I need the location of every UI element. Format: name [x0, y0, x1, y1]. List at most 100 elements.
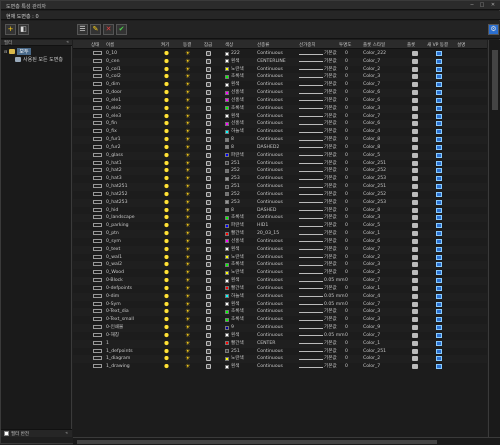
unlock-icon[interactable] [206, 223, 211, 229]
color-name[interactable]: 노란색 [231, 67, 244, 73]
col-lock[interactable]: 잠금 [204, 42, 212, 48]
transparency[interactable]: 0 [345, 294, 348, 300]
new-layer-button[interactable]: ✎ [90, 24, 101, 35]
color-name[interactable]: 선홍색 [231, 90, 244, 96]
lineweight[interactable]: 기본값 [324, 208, 337, 214]
unlock-icon[interactable] [206, 278, 211, 284]
color-swatch[interactable] [225, 270, 229, 275]
lineweight[interactable]: 기본값 [324, 247, 337, 253]
unlock-icon[interactable] [206, 317, 211, 323]
transparency[interactable]: 0 [345, 129, 348, 135]
color-swatch[interactable] [225, 364, 229, 369]
new-vp-freeze-icon[interactable] [436, 278, 442, 284]
layer-name[interactable]: 0_parking [106, 223, 129, 229]
printer-icon[interactable] [412, 317, 418, 323]
color-swatch[interactable] [225, 247, 229, 252]
transparency[interactable]: 0 [345, 247, 348, 253]
col-plot[interactable]: 플롯 [407, 42, 415, 48]
on-bulb-icon[interactable] [164, 301, 169, 307]
new-vp-freeze-icon[interactable] [436, 121, 442, 127]
transparency[interactable]: 0 [345, 114, 348, 120]
color-name[interactable]: 흰색 [231, 364, 239, 370]
color-swatch[interactable] [225, 51, 229, 56]
printer-icon[interactable] [412, 184, 418, 190]
linetype[interactable]: Continuous [257, 82, 283, 88]
on-bulb-icon[interactable] [164, 356, 169, 362]
freeze-sun-icon[interactable]: ☀ [185, 348, 190, 354]
freeze-sun-icon[interactable]: ☀ [185, 332, 190, 338]
new-vp-freeze-icon[interactable] [436, 317, 442, 323]
printer-icon[interactable] [412, 309, 418, 315]
col-description[interactable]: 설명 [457, 42, 465, 48]
lineweight[interactable]: 기본값 [324, 137, 337, 143]
unlock-icon[interactable] [206, 74, 211, 80]
freeze-sun-icon[interactable]: ☀ [185, 160, 190, 166]
color-name[interactable]: 251 [231, 184, 240, 190]
layer-row[interactable]: 0_fix ☀ 하늘색 Continuous 기본값 0 Color_4 [73, 128, 487, 136]
color-name[interactable]: 빨간색 [231, 231, 244, 237]
layer-row[interactable]: 0-인쇄물 ☀ 9 Continuous 기본값 0 Color_9 [73, 324, 487, 332]
linetype[interactable]: Continuous [257, 215, 283, 221]
linetype[interactable]: Continuous [257, 356, 283, 362]
plot-style[interactable]: Color_8 [363, 137, 380, 143]
color-swatch[interactable] [225, 200, 229, 205]
linetype[interactable]: DASHED [257, 208, 276, 214]
color-swatch[interactable] [225, 231, 229, 236]
layer-row[interactable]: 0-Sym ☀ 흰색 Continuous 0.05 mm 0 Color_7 [73, 301, 487, 309]
new-vp-freeze-icon[interactable] [436, 144, 442, 150]
color-swatch[interactable] [225, 325, 229, 330]
freeze-sun-icon[interactable]: ☀ [185, 51, 190, 57]
printer-icon[interactable] [412, 278, 418, 284]
linetype[interactable]: CENTER [257, 341, 275, 347]
layer-name[interactable]: 0_sym [106, 239, 121, 245]
new-vp-freeze-icon[interactable] [436, 325, 442, 331]
unlock-icon[interactable] [206, 348, 211, 354]
linetype[interactable]: Continuous [257, 270, 283, 276]
color-swatch[interactable] [225, 349, 229, 354]
transparency[interactable]: 0 [345, 192, 348, 198]
layer-row[interactable]: 0_fur1 ☀ 8 Continuous 기본값 0 Color_8 [73, 136, 487, 144]
new-vp-freeze-icon[interactable] [436, 254, 442, 260]
color-swatch[interactable] [225, 239, 229, 244]
unlock-icon[interactable] [206, 82, 211, 88]
printer-icon[interactable] [412, 254, 418, 260]
lineweight[interactable]: 기본값 [324, 106, 337, 112]
printer-icon[interactable] [412, 207, 418, 213]
layer-name[interactable]: 0_ele3 [106, 114, 121, 120]
col-status[interactable]: 상태 [91, 42, 99, 48]
color-swatch[interactable] [225, 333, 229, 338]
color-name[interactable]: 흰색 [231, 333, 239, 339]
layer-name[interactable]: 0_10 [106, 51, 117, 57]
freeze-sun-icon[interactable]: ☀ [185, 340, 190, 346]
plot-style[interactable]: Color_5 [363, 153, 380, 159]
color-swatch[interactable] [225, 192, 229, 197]
lineweight[interactable]: 기본값 [324, 200, 337, 206]
color-name[interactable]: 빨간색 [231, 341, 244, 347]
plot-style[interactable]: Color_7 [363, 82, 380, 88]
lineweight[interactable]: 기본값 [324, 168, 337, 174]
layer-name[interactable]: 0_wal2 [106, 262, 122, 268]
printer-icon[interactable] [412, 262, 418, 268]
color-swatch[interactable] [225, 59, 229, 64]
on-bulb-icon[interactable] [164, 82, 169, 88]
layer-row[interactable]: 0_hat252 ☀ 252 Continuous 기본값 0 Color_252 [73, 191, 487, 199]
on-bulb-icon[interactable] [164, 191, 169, 197]
on-bulb-icon[interactable] [164, 340, 169, 346]
linetype[interactable]: DASHED2 [257, 145, 279, 151]
color-name[interactable]: 하늘색 [231, 129, 244, 135]
on-bulb-icon[interactable] [164, 215, 169, 221]
plot-style[interactable]: Color_3 [363, 215, 380, 221]
linetype[interactable]: Continuous [257, 325, 283, 331]
freeze-sun-icon[interactable]: ☀ [185, 144, 190, 150]
freeze-sun-icon[interactable]: ☀ [185, 278, 190, 284]
new-group-filter-button[interactable]: ◧ [18, 24, 29, 35]
linetype[interactable]: Continuous [257, 90, 283, 96]
color-name[interactable]: 253 [231, 200, 240, 206]
layer-name[interactable]: 0_hat2 [106, 168, 122, 174]
settings-button[interactable]: ⚙ [488, 24, 499, 35]
transparency[interactable]: 0 [345, 239, 348, 245]
layer-name[interactable]: 0_hid [106, 208, 118, 214]
color-name[interactable]: 흰색 [231, 247, 239, 253]
unlock-icon[interactable] [206, 176, 211, 182]
collapse-button-bottom[interactable]: « [65, 431, 68, 436]
